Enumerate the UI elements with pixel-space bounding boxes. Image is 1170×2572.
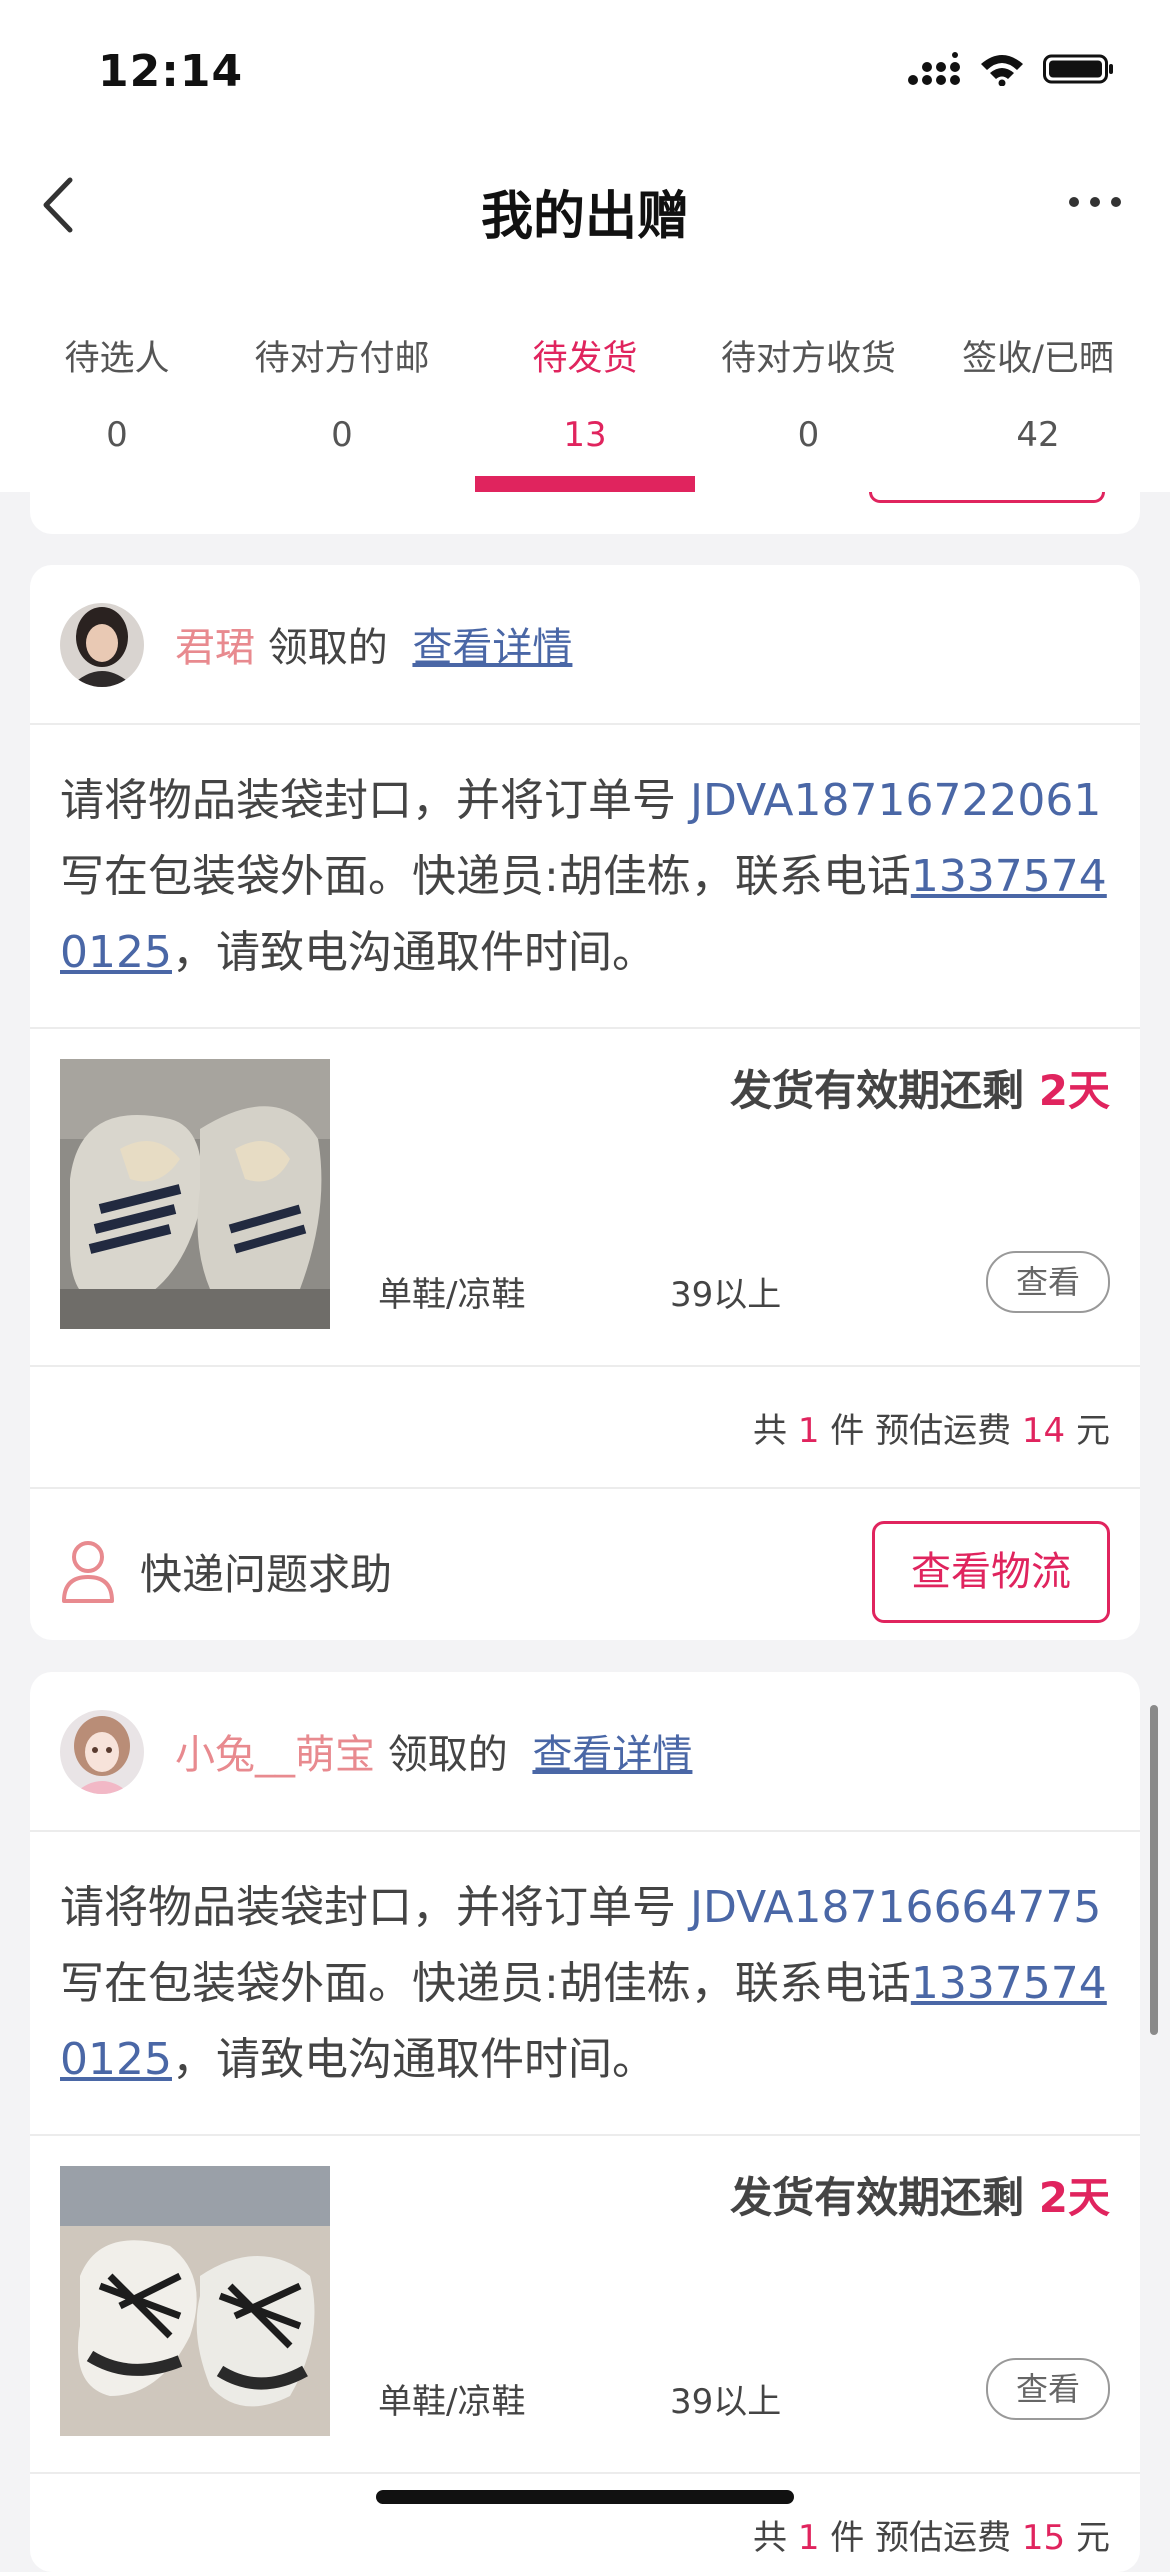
- page-title: 我的出赠: [480, 187, 689, 247]
- tab-label: 待发货: [532, 339, 638, 379]
- card-header: 小兔__萌宝 领取的 查看详情: [30, 1672, 1140, 1832]
- tab-signed-shared[interactable]: 签收/已晒 42: [920, 270, 1156, 492]
- view-logistics-button[interactable]: 查看物流: [872, 1521, 1110, 1623]
- recipient-line: 君珺 领取的 查看详情: [175, 615, 572, 673]
- recipient-name[interactable]: 小兔__萌宝: [175, 1732, 375, 1778]
- shipping-instructions: 请将物品装袋封口，并将订单号 JDVA18716722061 写在包装袋外面。快…: [30, 725, 1140, 1029]
- item-quantity: 1: [797, 1411, 820, 1451]
- summary-text: 共 1 件 预估运费 14 元: [753, 1403, 1110, 1452]
- order-summary: 共 1 件 预估运费 15 元: [30, 2474, 1140, 2572]
- view-detail-link[interactable]: 查看详情: [532, 1732, 692, 1778]
- tab-label: 待对方付邮: [254, 339, 430, 379]
- tab-label: 签收/已晒: [962, 339, 1114, 379]
- deadline-label: 发货有效期还剩: [730, 1066, 1039, 1115]
- status-time: 12:14: [98, 46, 244, 97]
- view-item-button[interactable]: 查看: [986, 2358, 1110, 2420]
- tab-count: 0: [106, 415, 128, 455]
- item-quantity: 1: [797, 2518, 820, 2558]
- courier-help-link[interactable]: 快递问题求助: [140, 1541, 392, 1602]
- view-item-button[interactable]: 查看: [986, 1251, 1110, 1313]
- status-icons: [907, 52, 1115, 86]
- nav-bar: 我的出赠: [0, 150, 1170, 270]
- received-label: 领取的: [387, 1732, 508, 1778]
- instruction-middle: 写在包装袋外面。快递员:胡佳栋，联系电话: [60, 1958, 911, 2009]
- summary-middle: 件 预估运费: [819, 1411, 1022, 1451]
- instruction-suffix: ，请致电沟通取件时间。: [171, 2034, 656, 2085]
- summary-text: 共 1 件 预估运费 15 元: [753, 2510, 1110, 2559]
- user-help-icon[interactable]: [60, 1539, 116, 1605]
- item-row: 发货有效期还剩 2天 单鞋/凉鞋 39以上 查看: [30, 2136, 1140, 2474]
- instruction-prefix: 请将物品装袋封口，并将订单号: [60, 775, 690, 826]
- more-icon[interactable]: [1060, 182, 1130, 222]
- battery-icon: [1043, 54, 1113, 84]
- order-number: JDVA18716664775: [690, 1882, 1102, 1933]
- shipping-fee: 14: [1021, 1411, 1066, 1451]
- shipping-fee: 15: [1021, 2518, 1066, 2558]
- ship-deadline: 发货有效期还剩 2天: [730, 1057, 1110, 1118]
- order-summary: 共 1 件 预估运费 14 元: [30, 1367, 1140, 1489]
- deadline-days: 2天: [1038, 2173, 1110, 2222]
- tab-count: 13: [563, 415, 607, 455]
- tab-count: 0: [797, 415, 820, 455]
- summary-middle: 件 预估运费: [819, 2518, 1022, 2558]
- tab-count: 42: [1016, 415, 1060, 455]
- instruction-suffix: ，请致电沟通取件时间。: [171, 927, 656, 978]
- item-category: 单鞋/凉鞋: [378, 1275, 526, 1315]
- status-bar: 12:14: [0, 0, 1170, 150]
- tab-count: 0: [331, 415, 353, 455]
- item-thumbnail[interactable]: [60, 1059, 330, 1329]
- order-card: 君珺 领取的 查看详情 请将物品装袋封口，并将订单号 JDVA187167220…: [30, 565, 1140, 1640]
- item-row: 发货有效期还剩 2天 单鞋/凉鞋 39以上 查看: [30, 1029, 1140, 1367]
- instruction-prefix: 请将物品装袋封口，并将订单号: [60, 1882, 690, 1933]
- view-detail-link[interactable]: 查看详情: [412, 625, 572, 671]
- item-category: 单鞋/凉鞋: [378, 2382, 526, 2422]
- tab-label: 待选人: [64, 339, 170, 379]
- summary-prefix: 共: [753, 2518, 798, 2558]
- tab-label: 待对方收货: [720, 339, 896, 379]
- tab-pending-ship[interactable]: 待发货 13: [467, 270, 703, 492]
- ship-deadline: 发货有效期还剩 2天: [730, 2164, 1110, 2225]
- summary-prefix: 共: [753, 1411, 798, 1451]
- order-number: JDVA18716722061: [690, 775, 1102, 826]
- shipping-instructions: 请将物品装袋封口，并将订单号 JDVA18716664775 写在包装袋外面。快…: [30, 1832, 1140, 2136]
- tab-pending-postage[interactable]: 待对方付邮 0: [225, 270, 459, 492]
- status-tabs: 待选人 0 待对方付邮 0 待发货 13 待对方收货 0 签收/已晒 42: [0, 270, 1170, 492]
- signal-icon: [908, 52, 960, 85]
- scroll-indicator[interactable]: [1150, 1705, 1158, 2035]
- item-thumbnail[interactable]: [60, 2166, 330, 2436]
- tab-underline: [475, 476, 695, 492]
- avatar[interactable]: [60, 1710, 144, 1794]
- order-card: 小兔__萌宝 领取的 查看详情 请将物品装袋封口，并将订单号 JDVA18716…: [30, 1672, 1140, 2572]
- summary-suffix: 元: [1065, 2518, 1110, 2558]
- tab-pending-select[interactable]: 待选人 0: [0, 270, 234, 492]
- summary-suffix: 元: [1065, 1411, 1110, 1451]
- tab-pending-receive[interactable]: 待对方收货 0: [691, 270, 926, 492]
- previous-card-tail: [30, 492, 1140, 534]
- received-label: 领取的: [267, 625, 388, 671]
- recipient-line: 小兔__萌宝 领取的 查看详情: [175, 1722, 692, 1780]
- wifi-icon: [981, 55, 1023, 86]
- recipient-name[interactable]: 君珺: [175, 625, 255, 671]
- home-indicator[interactable]: [376, 2490, 794, 2504]
- card-header: 君珺 领取的 查看详情: [30, 565, 1140, 725]
- instruction-middle: 写在包装袋外面。快递员:胡佳栋，联系电话: [60, 851, 911, 902]
- avatar[interactable]: [60, 603, 144, 687]
- item-size: 39以上: [670, 1275, 782, 1315]
- card-actions: 快递问题求助 查看物流: [30, 1489, 1140, 1640]
- item-size: 39以上: [670, 2382, 782, 2422]
- deadline-label: 发货有效期还剩: [730, 2173, 1039, 2222]
- logistics-button-partial[interactable]: [869, 492, 1105, 503]
- deadline-days: 2天: [1038, 1066, 1110, 1115]
